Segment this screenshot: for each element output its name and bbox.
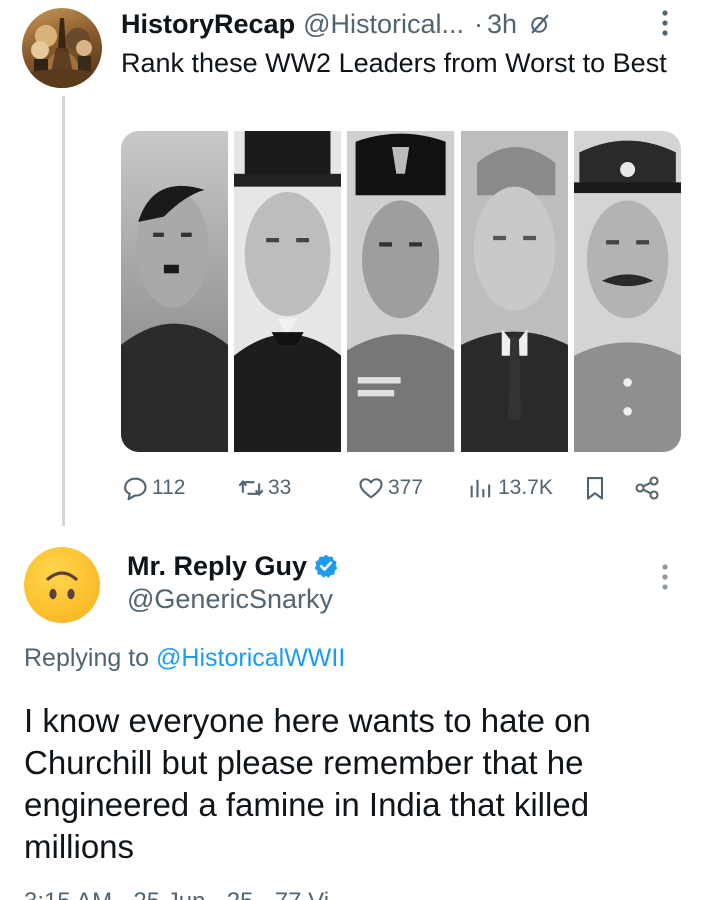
- portrait-image-3: [347, 131, 455, 452]
- reply-more-vertical-icon[interactable]: [658, 562, 672, 592]
- tweet-time[interactable]: 3h: [487, 9, 517, 40]
- avatar-collage-image: [22, 18, 102, 88]
- reply-icon: [124, 477, 147, 501]
- views-bar-chart-icon: [470, 479, 491, 498]
- upside-down-face-icon: [46, 571, 78, 600]
- thread-connector-line: [62, 96, 65, 526]
- share-icon: [635, 476, 659, 500]
- heart-icon: [359, 478, 383, 499]
- separator-dot: ·: [474, 8, 484, 39]
- share-button[interactable]: [633, 468, 664, 508]
- like-count: 377: [388, 476, 424, 499]
- replying-to-prefix: Replying to: [24, 644, 157, 672]
- history-recap-avatar[interactable]: [22, 8, 102, 88]
- reply-text: I know everyone here wants to hate on Ch…: [24, 702, 591, 865]
- bookmark-button[interactable]: [581, 468, 612, 508]
- author-name[interactable]: HistoryRecap: [121, 9, 295, 40]
- author-handle[interactable]: @Historical...: [303, 9, 464, 40]
- verified-badge-icon[interactable]: [313, 553, 339, 579]
- tweet-media[interactable]: [121, 131, 681, 452]
- tweet-actions: 112 33 377 13.7K: [121, 468, 681, 508]
- reply-footer-metadata: 3:15 AM · 25 Jun · 25 · 77 Vi: [24, 888, 329, 900]
- reply-guy-avatar[interactable]: [24, 547, 100, 623]
- reply-button[interactable]: 112: [121, 468, 185, 508]
- portrait-image-5: [573, 131, 681, 452]
- reply-header: Mr. Reply Guy: [127, 548, 339, 584]
- leader-portrait-1[interactable]: [121, 131, 229, 452]
- repost-count: 33: [268, 476, 292, 499]
- more-vertical-icon[interactable]: [658, 8, 672, 38]
- tweet-header: HistoryRecap @Historical... · 3h: [121, 6, 551, 42]
- reply-author-handle[interactable]: @GenericSnarky: [127, 584, 333, 615]
- leader-portrait-5[interactable]: [573, 131, 681, 452]
- tweet-text: Rank these WW2 Leaders from Worst to Bes…: [121, 48, 667, 78]
- portrait-image-1: [121, 131, 229, 452]
- leader-portrait-4[interactable]: [460, 131, 568, 452]
- portrait-image-2: [234, 131, 342, 452]
- like-button[interactable]: 377: [357, 468, 423, 508]
- replying-to-line: Replying to @HistoricalWWII: [24, 644, 345, 673]
- leader-portrait-3[interactable]: [347, 131, 455, 452]
- slashed-circle-icon[interactable]: [529, 13, 551, 35]
- repost-button[interactable]: 33: [237, 468, 291, 508]
- view-count: 13.7K: [498, 476, 553, 499]
- leader-portrait-2[interactable]: [234, 131, 342, 452]
- views-button[interactable]: 13.7K: [467, 468, 553, 508]
- repost-icon: [238, 479, 264, 497]
- replying-to-mention-link[interactable]: @HistoricalWWII: [156, 644, 345, 672]
- reply-author-name[interactable]: Mr. Reply Guy: [127, 551, 307, 582]
- bookmark-icon: [586, 477, 604, 500]
- portrait-image-4: [460, 131, 568, 452]
- reply-count: 112: [152, 476, 186, 499]
